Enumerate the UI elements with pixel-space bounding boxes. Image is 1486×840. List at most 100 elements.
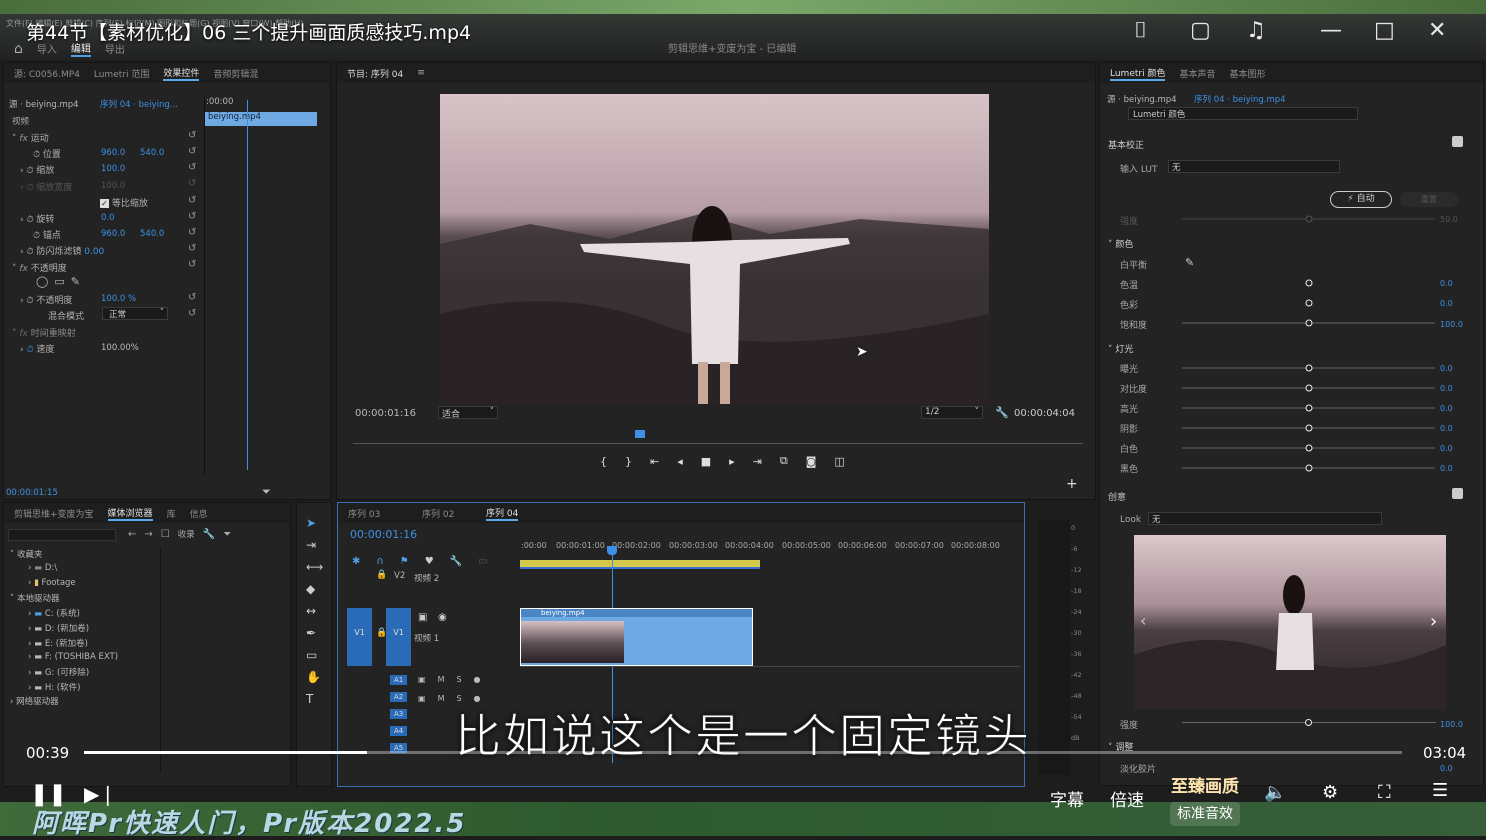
reset-scale-icon[interactable]: ↺ xyxy=(188,162,196,173)
quality-select[interactable]: 1/2 ˅ xyxy=(921,406,983,419)
shadows-val[interactable]: 0.0 xyxy=(1440,424,1453,433)
ec-motion[interactable]: ˅ fx 运动 xyxy=(12,131,49,144)
step-back-icon[interactable]: ◂ xyxy=(677,455,683,468)
track-v1-toggle[interactable]: V1 xyxy=(386,608,411,666)
reset-rotation-icon[interactable]: ↺ xyxy=(188,211,196,222)
tab-project[interactable]: 剪辑思维+变废为宝 xyxy=(14,507,94,520)
tab-program[interactable]: 节目: 序列 04 xyxy=(347,67,403,80)
speed-button[interactable]: 倍速 xyxy=(1110,786,1144,811)
tab-lumetri-color[interactable]: Lumetri 颜色 xyxy=(1110,66,1166,81)
ec-clip-bar[interactable]: beiying.mp4 xyxy=(205,112,317,126)
workspace-import[interactable]: 导入 xyxy=(37,41,57,56)
uniform-checkbox[interactable]: ✓ xyxy=(100,199,109,208)
ec-anchor-x[interactable]: 960.0 xyxy=(101,229,125,239)
tint-val[interactable]: 0.0 xyxy=(1440,299,1453,308)
step-forward-icon[interactable]: ▸ xyxy=(729,455,735,468)
wrench-icon[interactable]: 🔧 xyxy=(995,406,1009,419)
stop-icon[interactable]: ■ xyxy=(701,455,711,468)
camera-icon[interactable]: ⌷ xyxy=(1134,18,1147,43)
solo-button[interactable]: S xyxy=(456,675,461,684)
workspace-export[interactable]: 导出 xyxy=(105,41,125,56)
lock-icon[interactable]: 🔒 xyxy=(376,570,387,580)
creative-enable-checkbox[interactable] xyxy=(1452,488,1463,499)
minimize-icon[interactable]: — xyxy=(1320,18,1342,43)
filter-icon[interactable]: ⏷ xyxy=(262,485,271,499)
eye-icon[interactable]: ◉ xyxy=(438,612,447,623)
ec-rotation-val[interactable]: 0.0 xyxy=(101,213,115,223)
ec-opacity-val[interactable]: 100.0 % xyxy=(101,294,136,304)
whites-val[interactable]: 0.0 xyxy=(1440,444,1453,453)
rectangle-tool-icon[interactable]: ▭ xyxy=(306,648,323,662)
look-preview[interactable]: ‹ › xyxy=(1134,535,1446,709)
add-button-icon[interactable]: + xyxy=(1066,476,1078,492)
look-next-icon[interactable]: › xyxy=(1430,611,1437,632)
pip-icon[interactable]: ▢ xyxy=(1190,18,1211,43)
timeline-timecode[interactable]: 00:00:01:16 xyxy=(350,528,417,541)
ec-opacity-group[interactable]: ˅ fx 不透明度 xyxy=(12,261,67,274)
playhead-handle[interactable] xyxy=(607,546,617,555)
volume-icon[interactable]: 🔈 xyxy=(1264,782,1286,803)
pause-icon[interactable]: ❚❚ xyxy=(30,782,67,807)
highlights-val[interactable]: 0.0 xyxy=(1440,404,1453,413)
ec-pos-y[interactable]: 540.0 xyxy=(140,148,164,158)
audio-effect-button[interactable]: 标准音效 xyxy=(1170,802,1240,826)
snap-icon[interactable]: ∩ xyxy=(376,556,383,567)
fullscreen-icon[interactable]: ⛶ xyxy=(1378,782,1391,803)
compare-icon[interactable]: ◫ xyxy=(834,455,844,468)
microphone-icon[interactable]: ● xyxy=(474,675,481,684)
ec-time-remap[interactable]: ˅ fx 时间重映射 xyxy=(12,326,76,339)
ripple-edit-icon[interactable]: ⟷ xyxy=(306,560,323,574)
bell-icon[interactable]: ♫ xyxy=(1246,18,1266,43)
timeline-clip[interactable]: beiying.mp4 xyxy=(520,608,753,666)
track-a1-toggle[interactable]: A1 xyxy=(390,675,408,685)
blend-mode-select[interactable]: 正常 ˅ xyxy=(102,307,168,320)
pen-tool-icon[interactable]: ✒ xyxy=(306,626,323,640)
ec-scale-val[interactable]: 100.0 xyxy=(101,164,125,174)
light-section[interactable]: ˅ 灯光 xyxy=(1108,342,1133,355)
ec-playhead[interactable] xyxy=(247,100,248,470)
lift-icon[interactable]: ⧉ xyxy=(780,454,788,468)
linked-select-icon[interactable]: ⚑ xyxy=(400,556,409,567)
mute-button[interactable]: M xyxy=(438,675,445,684)
track-select-icon[interactable]: ⇥ xyxy=(306,538,323,552)
track-v2-id[interactable]: V2 xyxy=(394,571,405,581)
razor-tool-icon[interactable]: ◆ xyxy=(306,582,323,596)
drive-d[interactable]: › ▬ D: (新加卷) xyxy=(28,622,89,634)
go-to-out-icon[interactable]: ⇥ xyxy=(753,455,762,468)
ingest-checkbox[interactable]: ☐ xyxy=(161,529,170,540)
lumetri-sequence[interactable]: 序列 04 · beiying.mp4 xyxy=(1194,93,1286,105)
program-playhead[interactable] xyxy=(635,430,645,438)
reset-position-icon[interactable]: ↺ xyxy=(188,146,196,157)
playlist-icon[interactable]: ☰ xyxy=(1432,780,1448,801)
workspace-edit[interactable]: 编辑 xyxy=(70,40,91,57)
caption-button[interactable]: 字幕 xyxy=(1050,786,1084,811)
color-section[interactable]: ˅ 颜色 xyxy=(1108,237,1133,250)
program-scrubber[interactable] xyxy=(353,443,1083,444)
tab-lumetri-scopes[interactable]: Lumetri 范围 xyxy=(94,67,149,80)
drive-c[interactable]: › ▬ C: (系统) xyxy=(28,607,80,619)
contrast-val[interactable]: 0.0 xyxy=(1440,384,1453,393)
lumetri-effect-select[interactable]: Lumetri 颜色 xyxy=(1128,107,1358,120)
work-area-bar[interactable] xyxy=(520,560,760,569)
reset-blend-icon[interactable]: ↺ xyxy=(188,308,196,319)
back-icon[interactable]: ← xyxy=(128,529,136,540)
selection-tool-icon[interactable]: ➤ xyxy=(306,516,323,530)
ec-uniform-scale[interactable]: ✓ 等比缩放 xyxy=(100,196,148,209)
timeline-settings-icon[interactable]: 🔧 xyxy=(450,556,462,567)
fav-footage-folder[interactable]: › ▮ Footage xyxy=(28,578,76,588)
reset-opacity-icon[interactable]: ↺ xyxy=(188,259,196,270)
blacks-val[interactable]: 0.0 xyxy=(1440,464,1453,473)
ellipse-mask-icon[interactable]: ◯ xyxy=(36,275,48,288)
fit-select[interactable]: 适合 ˅ xyxy=(438,406,498,420)
favorites-node[interactable]: ˅ 收藏夹 xyxy=(10,548,42,560)
tab-essential-sound[interactable]: 基本声音 xyxy=(1179,67,1215,80)
media-path-select[interactable] xyxy=(8,529,116,541)
tab-libraries[interactable]: 库 xyxy=(167,507,176,520)
drive-g[interactable]: › ▬ G: (可移除) xyxy=(28,666,89,678)
source-patch-v1[interactable]: V1 xyxy=(347,608,372,666)
add-marker-icon[interactable]: ♥ xyxy=(425,556,434,567)
program-video-frame[interactable] xyxy=(440,94,989,404)
reset-anchor-icon[interactable]: ↺ xyxy=(188,227,196,238)
reset-opacity-val-icon[interactable]: ↺ xyxy=(188,292,196,303)
local-drives-node[interactable]: ˅ 本地驱动器 xyxy=(10,592,59,604)
